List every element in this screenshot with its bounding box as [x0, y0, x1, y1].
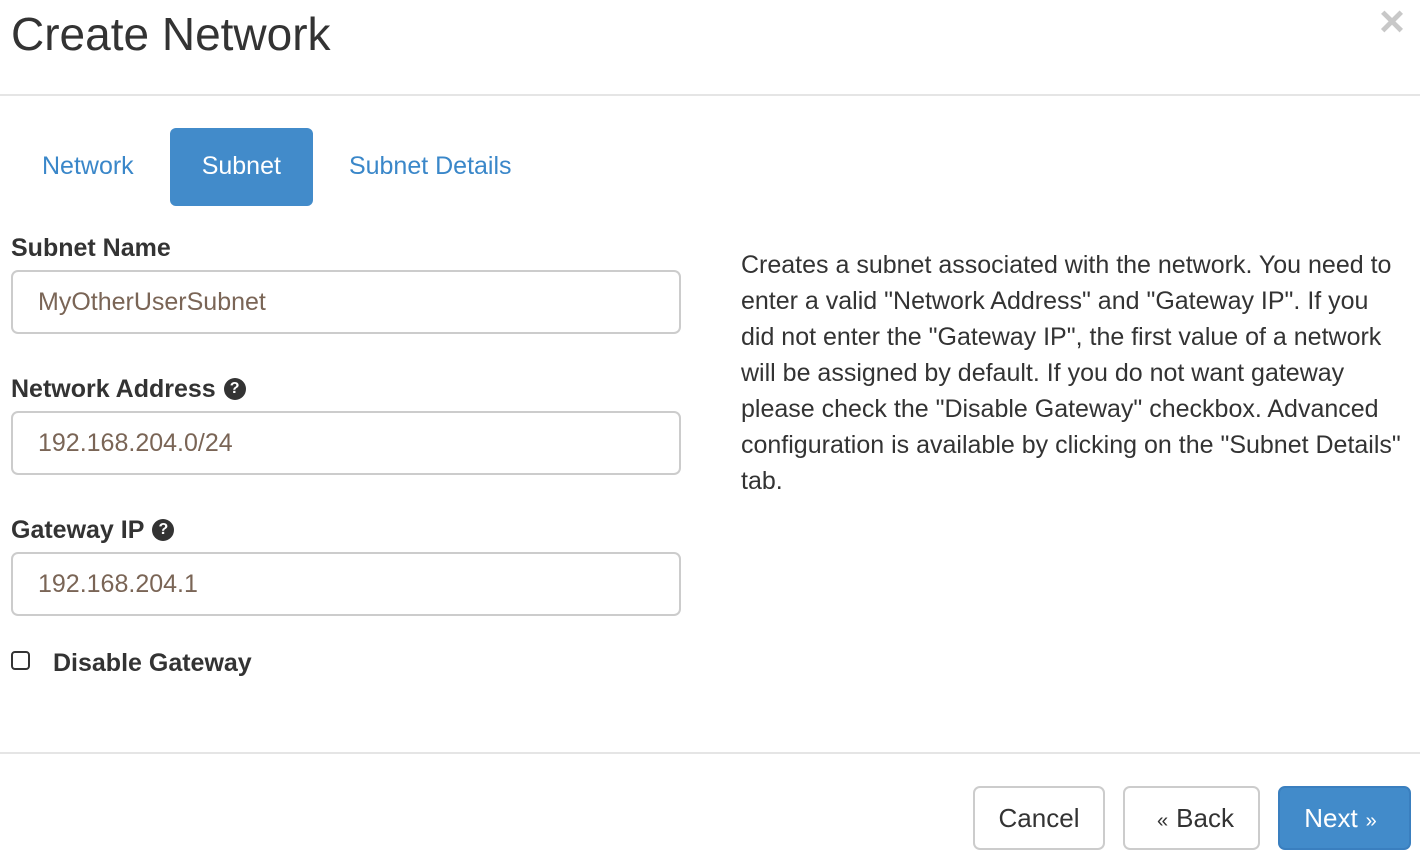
back-button-label: Back — [1176, 803, 1234, 833]
wizard-tabs: Network Subnet Subnet Details — [10, 128, 544, 206]
network-address-label: Network Address ? — [11, 367, 681, 411]
network-address-label-text: Network Address — [11, 374, 216, 403]
create-network-modal: Create Network × Network Subnet Subnet D… — [0, 0, 1420, 858]
network-address-input[interactable] — [11, 411, 681, 475]
cancel-button[interactable]: Cancel — [973, 786, 1105, 850]
next-button-label: Next — [1304, 803, 1358, 833]
gateway-ip-label-text: Gateway IP — [11, 515, 145, 544]
next-button[interactable]: Next » — [1278, 786, 1411, 850]
double-chevron-right-icon: » — [1365, 810, 1377, 832]
modal-title: Create Network — [11, 8, 331, 60]
question-circle-icon[interactable]: ? — [152, 519, 175, 541]
tab-subnet-details[interactable]: Subnet Details — [317, 128, 544, 206]
subnet-help-description: Creates a subnet associated with the net… — [741, 251, 1401, 495]
modal-header: Create Network × — [0, 0, 1420, 96]
tab-network[interactable]: Network — [10, 128, 166, 206]
subnet-name-input[interactable] — [11, 270, 681, 334]
subnet-name-group: Subnet Name — [11, 226, 681, 334]
modal-footer: Cancel « Back Next » — [0, 752, 1420, 858]
disable-gateway-label[interactable]: Disable Gateway — [53, 649, 252, 678]
question-circle-icon[interactable]: ? — [223, 378, 246, 400]
subnet-name-label-text: Subnet Name — [11, 233, 171, 262]
disable-gateway-checkbox[interactable] — [11, 651, 30, 670]
double-chevron-left-icon: « — [1157, 810, 1169, 832]
gateway-ip-group: Gateway IP ? — [11, 508, 681, 616]
back-button[interactable]: « Back — [1123, 786, 1260, 850]
subnet-name-label: Subnet Name — [11, 226, 681, 270]
gateway-ip-input[interactable] — [11, 552, 681, 616]
close-icon[interactable]: × — [1374, 0, 1410, 44]
gateway-ip-label: Gateway IP ? — [11, 508, 681, 552]
tab-subnet[interactable]: Subnet — [169, 128, 313, 206]
subnet-form: Subnet Name Network Address ? Gateway IP… — [11, 226, 681, 678]
network-address-group: Network Address ? — [11, 367, 681, 475]
disable-gateway-row: Disable Gateway — [11, 649, 681, 678]
